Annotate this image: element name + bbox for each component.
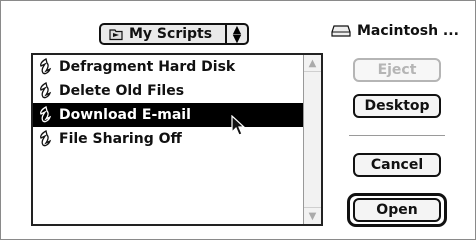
scroll-up-arrow-icon[interactable]: ▲ — [304, 55, 321, 72]
open-file-dialog: My Scripts ▲ ▼ Macintosh ... Defragment H… — [0, 0, 476, 240]
mouse-pointer-icon — [231, 115, 246, 136]
file-name: File Sharing Off — [59, 131, 182, 147]
popup-arrows-icon: ▲ ▼ — [225, 24, 247, 44]
folder-popup-label: My Scripts — [129, 26, 213, 42]
folder-popup-menu[interactable]: My Scripts ▲ ▼ — [99, 23, 249, 45]
file-row[interactable]: Defragment Hard Disk — [33, 55, 305, 79]
default-button-ring: Open — [347, 193, 447, 227]
applescript-icon — [40, 82, 52, 99]
open-button[interactable]: Open — [353, 198, 441, 222]
disk-label: Macintosh ... — [357, 23, 459, 39]
file-name: Download E-mail — [59, 107, 191, 123]
disk-name: Macintosh ... — [331, 23, 459, 39]
script-folder-icon — [109, 29, 123, 41]
file-row-selected[interactable]: Download E-mail — [33, 103, 305, 127]
file-list-rows: Defragment Hard Disk Delete Old Files Do… — [33, 55, 305, 151]
eject-button[interactable]: Eject — [353, 58, 441, 82]
file-row[interactable]: File Sharing Off — [33, 127, 305, 151]
file-row[interactable]: Delete Old Files — [33, 79, 305, 103]
applescript-icon — [40, 130, 52, 147]
vertical-scrollbar[interactable]: ▲ ▼ — [303, 55, 321, 224]
applescript-icon — [40, 106, 52, 123]
scroll-down-arrow-icon[interactable]: ▼ — [304, 207, 321, 224]
divider — [349, 135, 445, 136]
desktop-button[interactable]: Desktop — [353, 94, 441, 118]
file-list[interactable]: Defragment Hard Disk Delete Old Files Do… — [31, 53, 323, 226]
file-name: Delete Old Files — [59, 83, 185, 99]
cancel-button[interactable]: Cancel — [353, 153, 441, 177]
applescript-icon — [40, 58, 52, 75]
hard-disk-icon — [331, 25, 351, 37]
file-name: Defragment Hard Disk — [59, 59, 236, 75]
